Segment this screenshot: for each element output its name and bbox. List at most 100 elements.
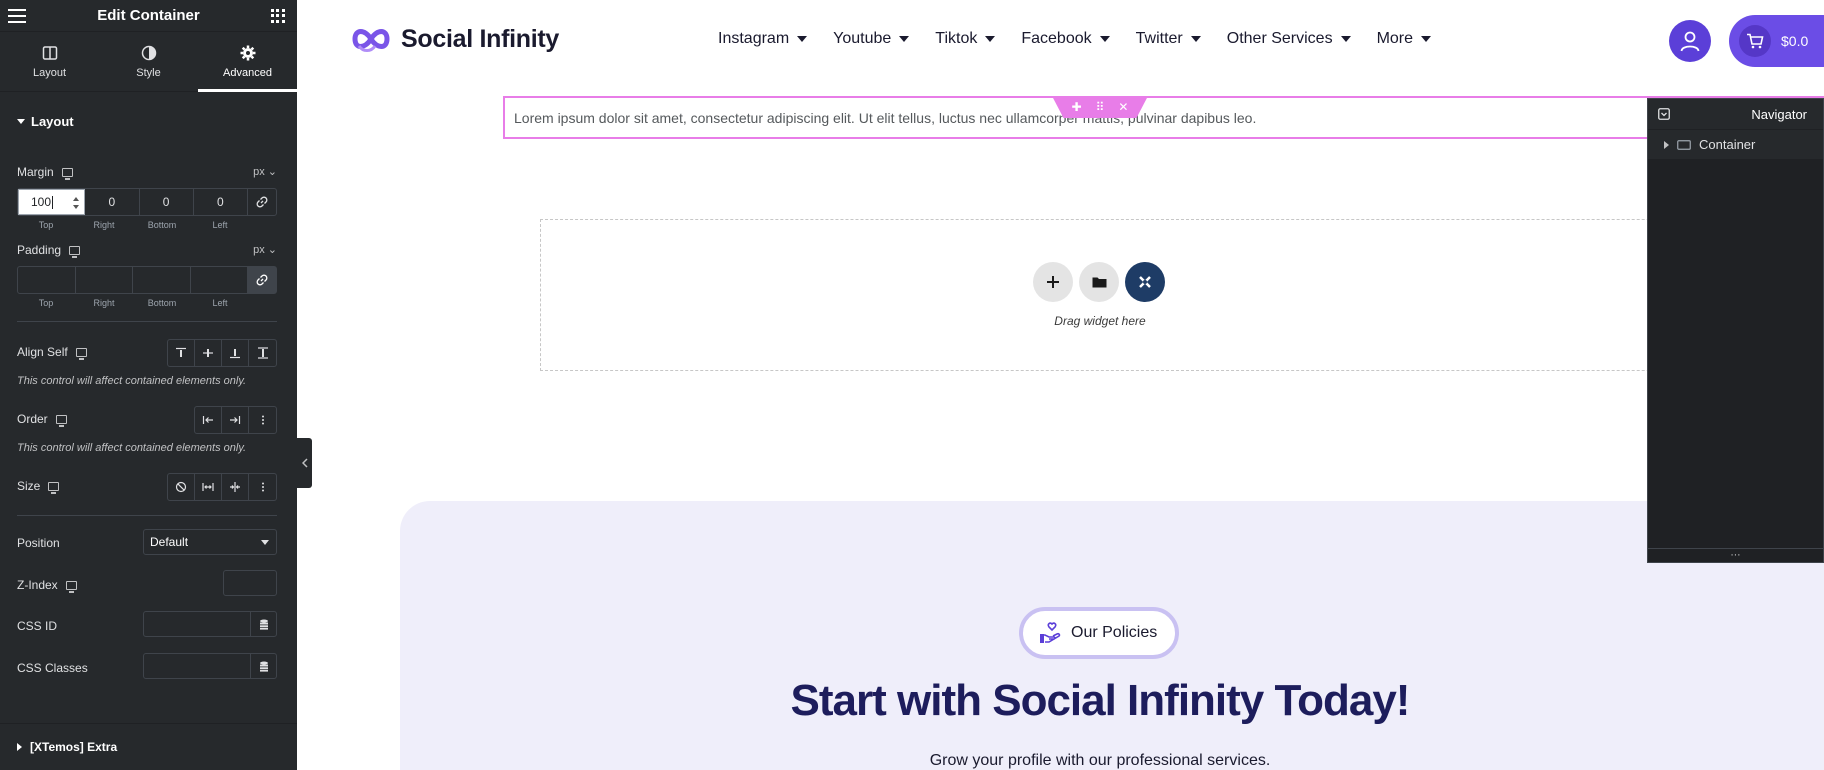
collapse-all-icon[interactable]: [1658, 108, 1670, 120]
caret-down-icon: [1190, 36, 1201, 42]
nav-item-more[interactable]: More: [1377, 30, 1432, 48]
nav-item-tiktok[interactable]: Tiktok: [935, 30, 996, 48]
navigator-item-container[interactable]: Container: [1648, 129, 1823, 159]
position-select[interactable]: Default: [143, 529, 277, 555]
order-last-button[interactable]: [222, 407, 249, 433]
align-center-button[interactable]: [195, 340, 222, 366]
size-label: Size: [17, 479, 41, 493]
order-more-button[interactable]: [249, 407, 276, 433]
stepper-icon[interactable]: [72, 196, 80, 210]
order-buttons: [194, 406, 277, 434]
desktop-icon[interactable]: [75, 347, 87, 360]
widgets-grid-icon[interactable]: [270, 8, 285, 23]
navigator-title: Navigator: [1751, 106, 1807, 122]
caret-down-icon: [1340, 36, 1351, 42]
folder-icon: [1092, 277, 1106, 288]
layout-section-toggle[interactable]: Layout: [0, 97, 297, 145]
xtemos-extra-section-toggle[interactable]: [XTemos] Extra: [0, 723, 297, 770]
padding-unit-select[interactable]: px ⌄: [253, 243, 277, 256]
caret-down-icon: [1421, 36, 1432, 42]
align-start-button[interactable]: [168, 340, 195, 366]
drag-handle-icon[interactable]: ⠿: [1096, 100, 1105, 114]
css-classes-input[interactable]: [143, 653, 277, 679]
margin-unit-select[interactable]: px ⌄: [253, 165, 277, 178]
nav-item-instagram[interactable]: Instagram: [718, 30, 808, 48]
size-more-button[interactable]: [249, 474, 276, 500]
align-self-control: Align Self: [17, 339, 277, 367]
logo-text: Social Infinity: [401, 24, 560, 53]
margin-left-input[interactable]: 0: [194, 189, 248, 215]
css-id-input[interactable]: [143, 611, 277, 637]
close-icon[interactable]: ✕: [1118, 100, 1128, 114]
block-icon: [175, 481, 187, 493]
add-template-button[interactable]: [1079, 262, 1119, 302]
desktop-icon[interactable]: [48, 481, 60, 494]
account-button[interactable]: [1669, 20, 1711, 62]
position-label: Position: [17, 536, 60, 550]
link-icon: [256, 196, 268, 208]
desktop-icon[interactable]: [61, 167, 73, 180]
collapse-panel-button[interactable]: [297, 438, 312, 488]
z-index-control: Z-Index: [17, 570, 277, 596]
align-self-hint: This control will affect contained eleme…: [17, 375, 247, 387]
drop-zone-text: Drag widget here: [1054, 314, 1146, 328]
margin-left-caption: Left: [212, 220, 228, 230]
padding-bottom-input[interactable]: [133, 267, 191, 293]
database-icon: [259, 661, 268, 672]
padding-top-input[interactable]: [18, 267, 76, 293]
desktop-icon[interactable]: [65, 580, 77, 593]
padding-link-button[interactable]: [248, 267, 276, 293]
position-control: Position Default: [17, 529, 277, 555]
desktop-icon[interactable]: [69, 245, 81, 258]
size-shrink-button[interactable]: [222, 474, 249, 500]
tab-layout[interactable]: Layout: [0, 32, 99, 91]
lorem-text: Lorem ipsum dolor sit amet, consectetur …: [514, 109, 1257, 126]
padding-bottom-caption: Bottom: [147, 298, 177, 308]
navigator-resize-handle[interactable]: ⋯: [1648, 548, 1823, 562]
padding-right-caption: Right: [93, 298, 115, 308]
order-hint: This control will affect contained eleme…: [17, 442, 247, 454]
dynamic-tags-button[interactable]: [250, 654, 276, 678]
align-stretch-icon: [257, 347, 268, 359]
z-index-input[interactable]: [223, 570, 277, 596]
margin-control: Margin px ⌄: [17, 165, 277, 180]
padding-left-input[interactable]: [191, 267, 248, 293]
order-first-button[interactable]: [195, 407, 222, 433]
xtemos-template-button[interactable]: [1125, 262, 1165, 302]
add-element-icon[interactable]: ✚: [1072, 100, 1082, 114]
margin-bottom-caption: Bottom: [147, 220, 177, 230]
cart-icon: [1747, 33, 1764, 49]
database-icon: [259, 619, 268, 630]
navigator-item-label: Container: [1699, 137, 1756, 152]
hamburger-menu-icon[interactable]: [8, 8, 26, 23]
nav-item-youtube[interactable]: Youtube: [833, 30, 910, 48]
align-end-button[interactable]: [222, 340, 249, 366]
nav-item-other-services[interactable]: Other Services: [1227, 30, 1351, 48]
caret-right-icon[interactable]: [1664, 140, 1669, 149]
nav-item-twitter[interactable]: Twitter: [1136, 30, 1201, 48]
size-grow-button[interactable]: [195, 474, 222, 500]
size-none-button[interactable]: [168, 474, 195, 500]
align-stretch-button[interactable]: [249, 340, 276, 366]
css-classes-control: CSS Classes: [17, 653, 277, 679]
cart-button[interactable]: $0.0: [1729, 15, 1824, 67]
nav-item-facebook[interactable]: Facebook: [1021, 30, 1110, 48]
padding-right-input[interactable]: [76, 267, 133, 293]
margin-bottom-input[interactable]: 0: [140, 189, 194, 215]
widget-drop-zone[interactable]: [540, 219, 1824, 371]
margin-top-input[interactable]: 100: [18, 189, 86, 215]
margin-link-button[interactable]: [248, 189, 276, 215]
add-section-button[interactable]: [1033, 262, 1073, 302]
caret-down-icon: [899, 36, 910, 42]
align-bottom-icon: [230, 349, 240, 359]
site-logo[interactable]: Social Infinity: [351, 24, 559, 54]
dynamic-tags-button[interactable]: [250, 612, 276, 636]
container-icon: [1677, 139, 1691, 150]
text-editor-widget[interactable]: Lorem ipsum dolor sit amet, consectetur …: [503, 96, 1824, 139]
margin-right-input[interactable]: 0: [85, 189, 140, 215]
padding-inputs: Top Right Bottom Left: [17, 266, 277, 316]
tab-style[interactable]: Style: [99, 32, 198, 91]
panel-tabs: Layout Style Advanced: [0, 32, 297, 92]
desktop-icon[interactable]: [55, 414, 67, 427]
tab-advanced[interactable]: Advanced: [198, 32, 297, 92]
